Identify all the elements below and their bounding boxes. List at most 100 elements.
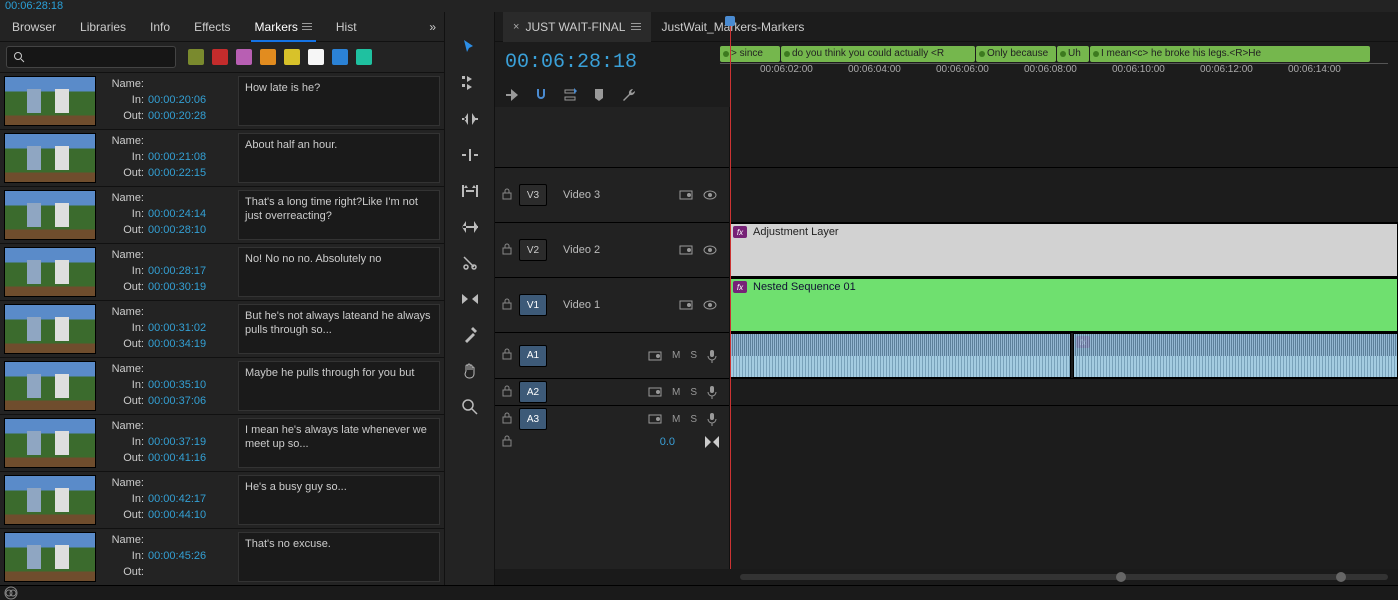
clip-adjustment-layer[interactable]: fx Adjustment Layer: [730, 223, 1398, 277]
track-select-forward-icon[interactable]: [460, 73, 480, 93]
rate-stretch-icon[interactable]: [460, 181, 480, 201]
marker-list[interactable]: Name: In:00:00:20:06 Out:00:00:20:28 How…: [0, 72, 444, 585]
marker-row[interactable]: Name: In:00:00:37:19 Out:00:00:41:16 I m…: [0, 414, 444, 471]
source-patch-button[interactable]: A1: [519, 345, 547, 367]
lock-icon[interactable]: [495, 412, 519, 427]
zoom-knob-right[interactable]: [1336, 572, 1346, 582]
timeline-marker[interactable]: do you think you could actually <R: [781, 46, 975, 62]
slide-tool-icon[interactable]: [460, 289, 480, 309]
mute-button[interactable]: M: [672, 414, 680, 425]
color-swatch[interactable]: [188, 49, 204, 65]
marker-row[interactable]: Name: In:00:00:35:10 Out:00:00:37:06 May…: [0, 357, 444, 414]
marker-comment[interactable]: I mean he's always late whenever we meet…: [238, 418, 440, 468]
timeline-marker[interactable]: Uh: [1057, 46, 1089, 62]
toggle-sync-lock-icon[interactable]: [679, 299, 693, 311]
timeline-marker[interactable]: Only because: [976, 46, 1056, 62]
zoom-knob-left[interactable]: [1116, 572, 1126, 582]
track-content-area[interactable]: fx Adjustment Layer fx Nested Sequence 0…: [730, 107, 1398, 569]
search-input[interactable]: [6, 46, 176, 68]
track-v2-lane[interactable]: fx Adjustment Layer: [730, 222, 1398, 277]
mute-button[interactable]: M: [672, 387, 680, 398]
tab-history[interactable]: Hist: [324, 12, 369, 42]
marker-comment[interactable]: That's a long time right?Like I'm not ju…: [238, 190, 440, 240]
solo-button[interactable]: S: [690, 387, 697, 398]
slip-tool-icon[interactable]: [460, 217, 480, 237]
tabs-overflow-icon[interactable]: »: [429, 20, 436, 34]
toggle-sync-lock-icon[interactable]: [679, 189, 693, 201]
timeline-marker[interactable]: I mean<c> he broke his legs.<R>He: [1090, 46, 1370, 62]
tab-browser[interactable]: Browser: [0, 12, 68, 42]
tab-markers[interactable]: Markers: [243, 12, 324, 42]
toggle-sync-lock-icon[interactable]: [648, 413, 662, 425]
color-swatch[interactable]: [212, 49, 228, 65]
source-patch-button[interactable]: V1: [519, 294, 547, 316]
track-v1-lane[interactable]: fx Nested Sequence 01: [730, 277, 1398, 332]
cc-sync-icon[interactable]: [4, 586, 18, 600]
time-ruler[interactable]: > sincedo you think you could actually <…: [720, 45, 1388, 80]
toggle-sync-lock-icon[interactable]: [648, 350, 662, 362]
solo-button[interactable]: S: [690, 414, 697, 425]
marker-row[interactable]: Name: In:00:00:45:26 Out: That's no excu…: [0, 528, 444, 585]
selection-tool-icon[interactable]: [460, 37, 480, 57]
hand-tool-icon[interactable]: [460, 361, 480, 381]
source-patch-button[interactable]: V3: [519, 184, 547, 206]
toggle-track-output-icon[interactable]: [703, 190, 717, 200]
audio-clip[interactable]: fx: [1073, 333, 1398, 378]
color-swatch[interactable]: [236, 49, 252, 65]
toggle-sync-lock-icon[interactable]: [648, 386, 662, 398]
playhead-timecode[interactable]: 00:06:28:18: [495, 51, 720, 74]
track-a3-lane[interactable]: [730, 405, 1398, 432]
snap-playhead-icon[interactable]: [705, 436, 719, 448]
source-patch-button[interactable]: A3: [519, 408, 547, 430]
voiceover-mic-icon[interactable]: [707, 412, 717, 426]
tab-libraries[interactable]: Libraries: [68, 12, 138, 42]
source-patch-button[interactable]: V2: [519, 239, 547, 261]
source-patch-button[interactable]: A2: [519, 381, 547, 403]
color-swatch[interactable]: [332, 49, 348, 65]
razor-tool-icon[interactable]: [460, 253, 480, 273]
lock-all-icon[interactable]: [495, 435, 519, 450]
track-v3-lane[interactable]: [730, 167, 1398, 222]
marker-row[interactable]: Name: In:00:00:20:06 Out:00:00:20:28 How…: [0, 72, 444, 129]
tab-info[interactable]: Info: [138, 12, 182, 42]
color-swatch[interactable]: [260, 49, 276, 65]
panel-menu-icon[interactable]: [302, 22, 312, 32]
audio-level-value[interactable]: 0.0: [660, 436, 675, 448]
mute-button[interactable]: M: [672, 350, 680, 361]
voiceover-mic-icon[interactable]: [707, 385, 717, 399]
add-marker-icon[interactable]: [592, 88, 606, 102]
toggle-track-output-icon[interactable]: [703, 245, 717, 255]
marker-comment[interactable]: How late is he?: [238, 76, 440, 126]
lock-icon[interactable]: [495, 348, 519, 363]
sequence-menu-icon[interactable]: [631, 22, 641, 32]
voiceover-mic-icon[interactable]: [707, 349, 717, 363]
lock-icon[interactable]: [495, 385, 519, 400]
lock-icon[interactable]: [495, 298, 519, 313]
marker-comment[interactable]: He's a busy guy so...: [238, 475, 440, 525]
timeline-marker[interactable]: > since: [720, 46, 780, 62]
zoom-tool-icon[interactable]: [460, 397, 480, 417]
marker-comment[interactable]: Maybe he pulls through for you but: [238, 361, 440, 411]
solo-button[interactable]: S: [690, 350, 697, 361]
pen-tool-icon[interactable]: [460, 325, 480, 345]
close-sequence-icon[interactable]: ×: [513, 21, 519, 33]
playhead[interactable]: [730, 22, 731, 569]
marker-comment[interactable]: But he's not always lateand he always pu…: [238, 304, 440, 354]
color-swatch[interactable]: [356, 49, 372, 65]
marker-comment[interactable]: No! No no no. Absolutely no: [238, 247, 440, 297]
marker-row[interactable]: Name: In:00:00:21:08 Out:00:00:22:15 Abo…: [0, 129, 444, 186]
ripple-edit-icon[interactable]: [460, 109, 480, 129]
linked-selection-icon[interactable]: [563, 88, 577, 102]
track-a2-lane[interactable]: [730, 378, 1398, 405]
marker-comment[interactable]: That's no excuse.: [238, 532, 440, 582]
toggle-track-output-icon[interactable]: [703, 300, 717, 310]
marker-row[interactable]: Name: In:00:00:42:17 Out:00:00:44:10 He'…: [0, 471, 444, 528]
color-swatch[interactable]: [308, 49, 324, 65]
settings-wrench-icon[interactable]: [621, 87, 637, 103]
sequence-tab-active[interactable]: × JUST WAIT-FINAL: [503, 12, 651, 42]
timeline-horizontal-scroll[interactable]: [495, 569, 1398, 585]
lock-icon[interactable]: [495, 243, 519, 258]
marker-row[interactable]: Name: In:00:00:31:02 Out:00:00:34:19 But…: [0, 300, 444, 357]
color-swatch[interactable]: [284, 49, 300, 65]
audio-clip[interactable]: [730, 333, 1071, 378]
